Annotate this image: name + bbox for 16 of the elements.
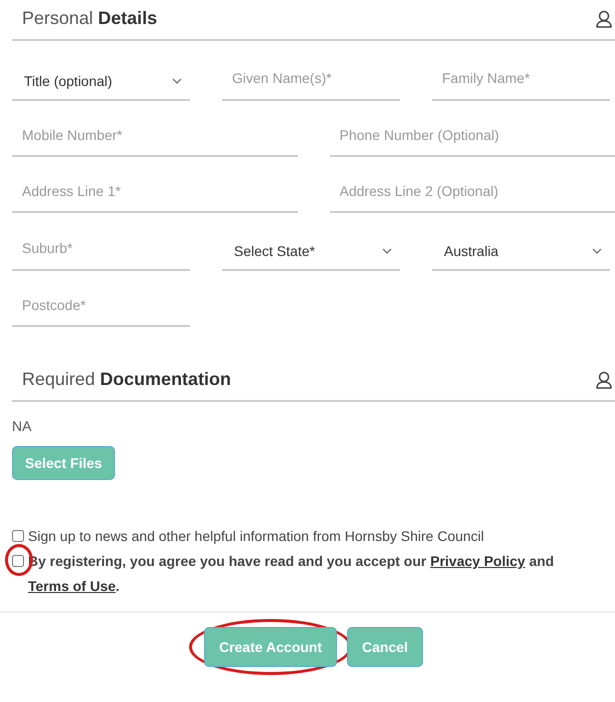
policy-link[interactable]: Terms of Use xyxy=(28,578,116,594)
chevron-down-icon xyxy=(382,248,392,254)
select-field[interactable]: Select State* xyxy=(222,229,400,271)
section-title: Required Documentation xyxy=(22,369,232,390)
consent-text: Sign up to news and other helpful information from Hornsby Shire Council xyxy=(28,527,484,546)
user-icon xyxy=(595,370,613,388)
policy-link[interactable]: Privacy Policy xyxy=(430,553,526,569)
checkbox[interactable] xyxy=(12,555,24,567)
section-title: Personal Details xyxy=(22,8,158,29)
select-field[interactable]: Title (optional) xyxy=(12,59,190,101)
checkbox[interactable] xyxy=(12,530,24,542)
chevron-down-icon xyxy=(172,78,182,84)
user-icon xyxy=(595,10,613,28)
chevron-down-icon xyxy=(592,248,602,254)
documents-note: NA xyxy=(12,418,32,434)
select-field[interactable]: Australia xyxy=(432,229,610,271)
